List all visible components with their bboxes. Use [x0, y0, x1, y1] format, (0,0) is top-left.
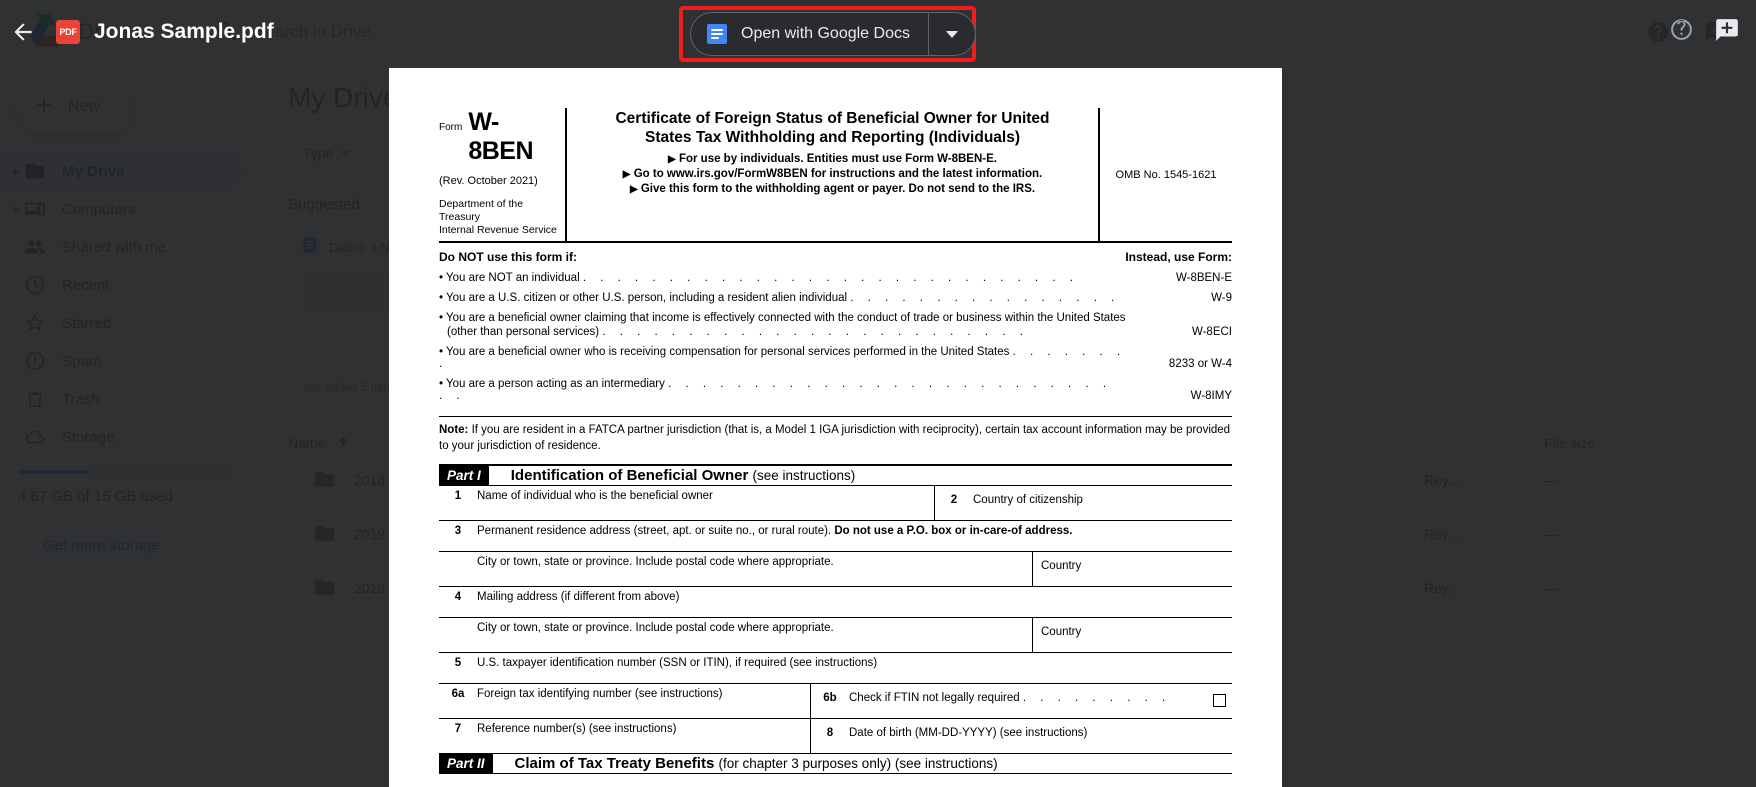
chevron-down-icon — [945, 30, 958, 38]
pdf-preview-page[interactable]: Form W-8BEN (Rev. October 2021) Departme… — [389, 68, 1282, 787]
open-with-google-docs-button[interactable]: Open with Google Docs — [690, 12, 976, 56]
exclusion-form: W-9 — [1211, 292, 1232, 305]
instead-use-form-label: Instead, use Form: — [1125, 250, 1232, 265]
city-label: City or town, state or province. Include… — [477, 556, 834, 569]
form-row-city-2: City or town, state or province. Include… — [439, 618, 1232, 654]
line-8-number: 8 — [826, 727, 834, 740]
exclusion-form: W-8BEN-E — [1175, 272, 1232, 285]
form-subtitle-2: Go to www.irs.gov/FormW8BEN for instruct… — [633, 168, 1043, 181]
form-row-1-2: 1 Name of individual who is the benefici… — [439, 486, 1232, 522]
form-row-5: 5 U.S. taxpayer identification number (S… — [439, 653, 1232, 685]
note-text: If you are resident in a FATCA partner j… — [439, 424, 1231, 452]
form-title-line-2: States Tax Withholding and Reporting (In… — [644, 128, 1021, 146]
part-1-instructions: (see instructions) — [752, 468, 856, 484]
do-not-use-row: Do NOT use this form if: Instead, use Fo… — [439, 250, 1232, 264]
department-line-2: Internal Revenue Service — [439, 224, 557, 237]
line-3-number: 3 — [454, 525, 462, 538]
form-row-3: 3 Permanent residence address (street, a… — [439, 521, 1232, 553]
exclusion-text: You are a beneficial owner claiming that… — [446, 312, 1126, 325]
part-2-header: Part II Claim of Tax Treaty Benefits (fo… — [439, 754, 1232, 775]
country-label: Country — [1041, 560, 1082, 573]
help-button[interactable] — [1669, 17, 1694, 47]
line-3-label: Permanent residence address (street, apt… — [477, 525, 835, 538]
add-comment-button[interactable] — [1714, 17, 1740, 48]
exclusion-text: You are a beneficial owner who is receiv… — [446, 346, 1010, 359]
fatca-note: Note: If you are resident in a FATCA par… — [439, 416, 1232, 454]
line-5-label: U.S. taxpayer identification number (SSN… — [477, 657, 878, 670]
preview-actions — [1669, 0, 1740, 64]
part-2-instructions: (for chapter 3 purposes only) (see instr… — [718, 756, 998, 772]
triangle-bullet-icon: ▶ — [622, 169, 631, 181]
line-7-label: Reference number(s) (see instructions) — [477, 723, 677, 736]
line-4-number: 4 — [454, 591, 462, 604]
form-number: W-8BEN — [468, 108, 534, 165]
line-2-number: 2 — [950, 494, 958, 507]
form-subtitle-1: For use by individuals. Entities must us… — [678, 153, 997, 166]
ftin-not-required-checkbox[interactable] — [1213, 694, 1226, 708]
form-row-6: 6a Foreign tax identifying number (see i… — [439, 684, 1232, 720]
line-6a-label: Foreign tax identifying number (see inst… — [477, 688, 723, 701]
omb-number: OMB No. 1545-1621 — [1115, 168, 1217, 181]
line-1-number: 1 — [454, 490, 462, 503]
form-header-left: Form W-8BEN (Rev. October 2021) Departme… — [439, 108, 567, 242]
exclusion-text: You are NOT an individual — [446, 272, 580, 285]
open-with-dropdown-button[interactable] — [929, 13, 975, 55]
line-1-label: Name of individual who is the beneficial… — [477, 490, 713, 503]
exclusion-bullet: • You are a U.S. citizen or other U.S. p… — [439, 292, 1232, 305]
country-label-2: Country — [1041, 626, 1082, 639]
exclusion-bullet: • You are a beneficial owner claiming th… — [439, 312, 1232, 339]
part-1-header: Part I Identification of Beneficial Owne… — [439, 464, 1232, 487]
part-1-tag: Part I — [439, 466, 489, 486]
exclusion-bullet: • You are NOT an individual . . . . . . … — [439, 272, 1232, 285]
line-7-number: 7 — [454, 723, 462, 736]
open-with-google-docs-main[interactable]: Open with Google Docs — [691, 13, 928, 55]
form-title-line-1: Certificate of Foreign Status of Benefic… — [615, 110, 1050, 127]
line-6b-number: 6b — [823, 692, 837, 705]
line-6a-number: 6a — [451, 688, 465, 701]
preview-file-title: Jonas Sample.pdf — [94, 20, 274, 43]
form-header-center: Certificate of Foreign Status of Benefic… — [567, 108, 1100, 242]
triangle-bullet-icon: ▶ — [629, 184, 638, 196]
line-3-bold: Do not use a P.O. box or in-care-of addr… — [834, 525, 1073, 538]
form-header: Form W-8BEN (Rev. October 2021) Departme… — [439, 108, 1232, 244]
exclusion-text-2: (other than personal services) — [447, 326, 600, 339]
google-docs-icon — [707, 24, 727, 44]
exclusion-text: You are a U.S. citizen or other U.S. per… — [446, 292, 848, 305]
exclusion-text: You are a person acting as an intermedia… — [446, 378, 665, 391]
exclusion-form: W-8IMY — [1190, 390, 1232, 403]
exclusion-bullet: • You are a person acting as an intermed… — [439, 378, 1232, 403]
form-row-4: 4 Mailing address (if different from abo… — [439, 587, 1232, 619]
part-1-title: Identification of Beneficial Owner — [510, 467, 749, 485]
pdf-file-icon: PDF — [56, 20, 80, 44]
form-row-city-1: City or town, state or province. Include… — [439, 552, 1232, 588]
form-word-label: Form — [439, 122, 463, 133]
open-with-google-docs-label: Open with Google Docs — [741, 25, 910, 42]
back-button[interactable] — [6, 15, 40, 49]
line-8-label: Date of birth (MM-DD-YYYY) (see instruct… — [849, 727, 1088, 740]
part-2-title: Claim of Tax Treaty Benefits — [514, 755, 715, 773]
city-label-2: City or town, state or province. Include… — [477, 622, 834, 635]
do-not-use-label: Do NOT use this form if: — [439, 250, 577, 265]
line-4-label: Mailing address (if different from above… — [477, 591, 680, 604]
line-6b-label: Check if FTIN not legally required — [849, 692, 1020, 705]
line-2-label: Country of citizenship — [973, 494, 1083, 507]
triangle-bullet-icon: ▶ — [668, 154, 676, 166]
department-line-1: Department of the Treasury — [439, 198, 524, 224]
part-2-tag: Part II — [439, 754, 493, 774]
form-subtitle-3: Give this form to the withholding agent … — [640, 183, 1036, 196]
line-5-number: 5 — [454, 657, 462, 670]
form-revision: (Rev. October 2021) — [439, 175, 538, 187]
exclusion-form: 8233 or W-4 — [1168, 358, 1232, 371]
note-label: Note: — [439, 424, 469, 437]
exclusion-form: W-8ECI — [1191, 326, 1232, 339]
exclusion-bullet: • You are a beneficial owner who is rece… — [439, 346, 1232, 371]
form-row-7-8: 7 Reference number(s) (see instructions)… — [439, 719, 1232, 755]
